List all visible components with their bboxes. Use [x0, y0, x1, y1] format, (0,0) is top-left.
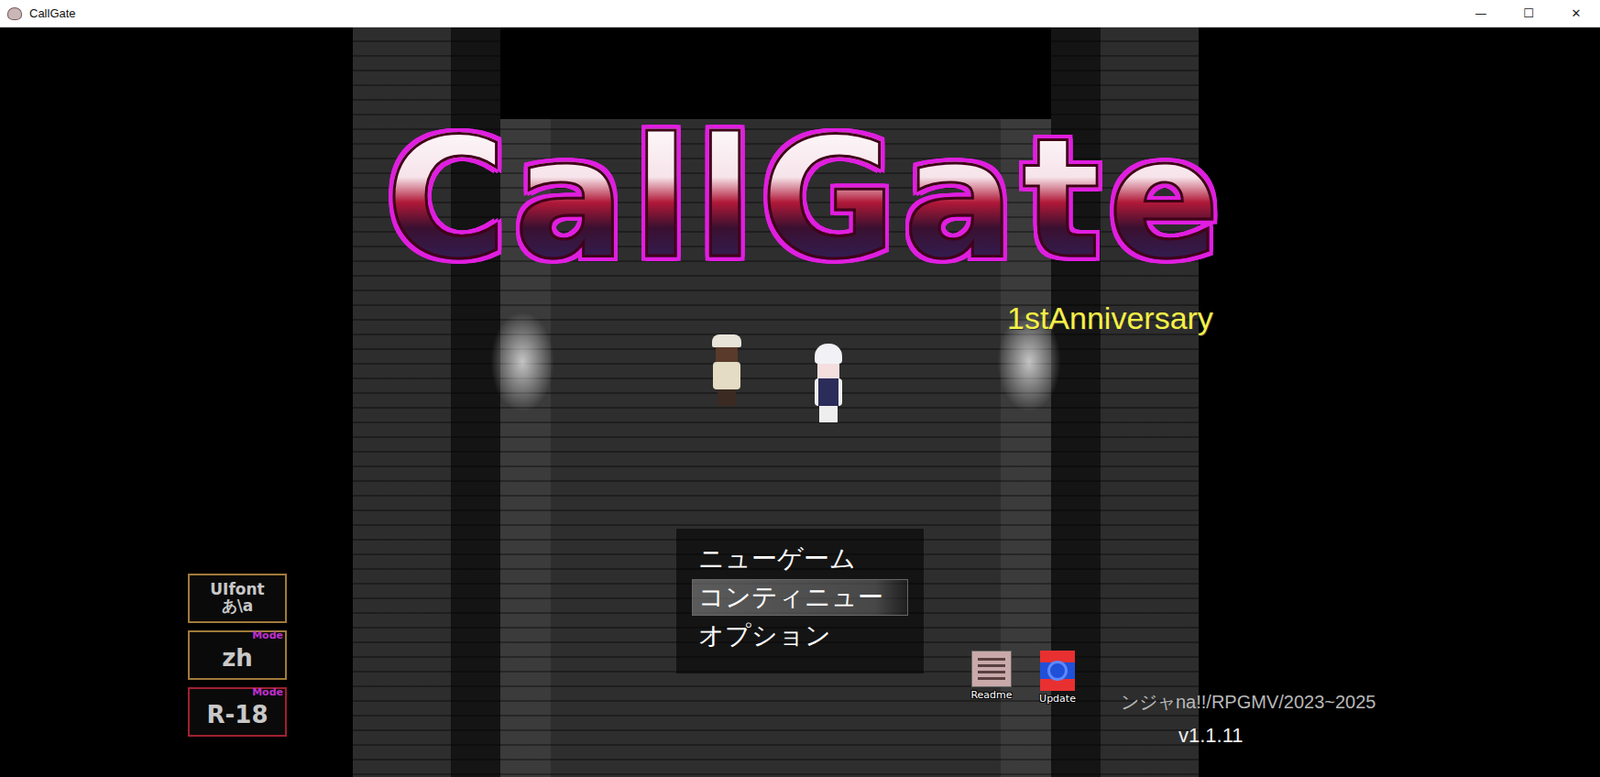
mode-badge: Mode — [252, 687, 284, 698]
window-control[interactable]: — — [1457, 0, 1505, 27]
game-window: CallGate —☐✕ CallGate 1stAnniversary ニューゲームコ… — [0, 0, 1600, 777]
shortcut-button[interactable]: Readme — [967, 650, 1016, 705]
shortcut-label: Update — [1039, 692, 1076, 705]
character-sprite — [810, 343, 846, 423]
shortcut-label: Readme — [970, 689, 1012, 702]
menu-item[interactable]: オプション — [692, 618, 908, 654]
wall-light — [490, 311, 555, 413]
character-sprite — [709, 334, 745, 406]
shortcut-button[interactable]: Update — [1033, 650, 1082, 705]
game-logo: CallGate — [385, 108, 1228, 290]
logo-subtitle: 1stAnniversary — [1007, 300, 1214, 337]
side-buttons: UIfontあ\a Mode zh Mode R-18 — [187, 573, 287, 737]
document-icon — [971, 650, 1012, 688]
title-bar: CallGate —☐✕ — [0, 0, 1600, 28]
update-icon — [1040, 650, 1075, 691]
ceiling — [500, 27, 1053, 120]
menu-item[interactable]: コンティニュー — [692, 580, 908, 615]
shortcuts: Readme Update — [967, 650, 1082, 705]
window-title: CallGate — [29, 6, 77, 21]
mode-label: UIfont — [209, 581, 264, 599]
game-canvas: CallGate 1stAnniversary ニューゲームコンティニューオプション… — [0, 27, 1600, 777]
credit-text: ンジャna!!/RPGMV/2023~2025 — [1120, 690, 1376, 715]
mode-label: zh — [221, 646, 253, 671]
mode-label: R-18 — [207, 702, 269, 728]
mode-label: あ\a — [221, 598, 254, 615]
menu-item[interactable]: ニューゲーム — [692, 541, 908, 577]
mode-badge: Mode — [252, 630, 284, 641]
version-text: v1.1.11 — [1178, 723, 1244, 748]
mode-button[interactable]: Mode R-18 — [187, 687, 287, 737]
window-control[interactable]: ✕ — [1552, 0, 1600, 27]
mode-button[interactable]: UIfontあ\a — [187, 573, 287, 624]
window-control[interactable]: ☐ — [1504, 0, 1553, 27]
app-icon — [7, 7, 22, 21]
mode-button[interactable]: Mode zh — [187, 630, 287, 680]
title-menu: ニューゲームコンティニューオプション — [676, 528, 924, 674]
